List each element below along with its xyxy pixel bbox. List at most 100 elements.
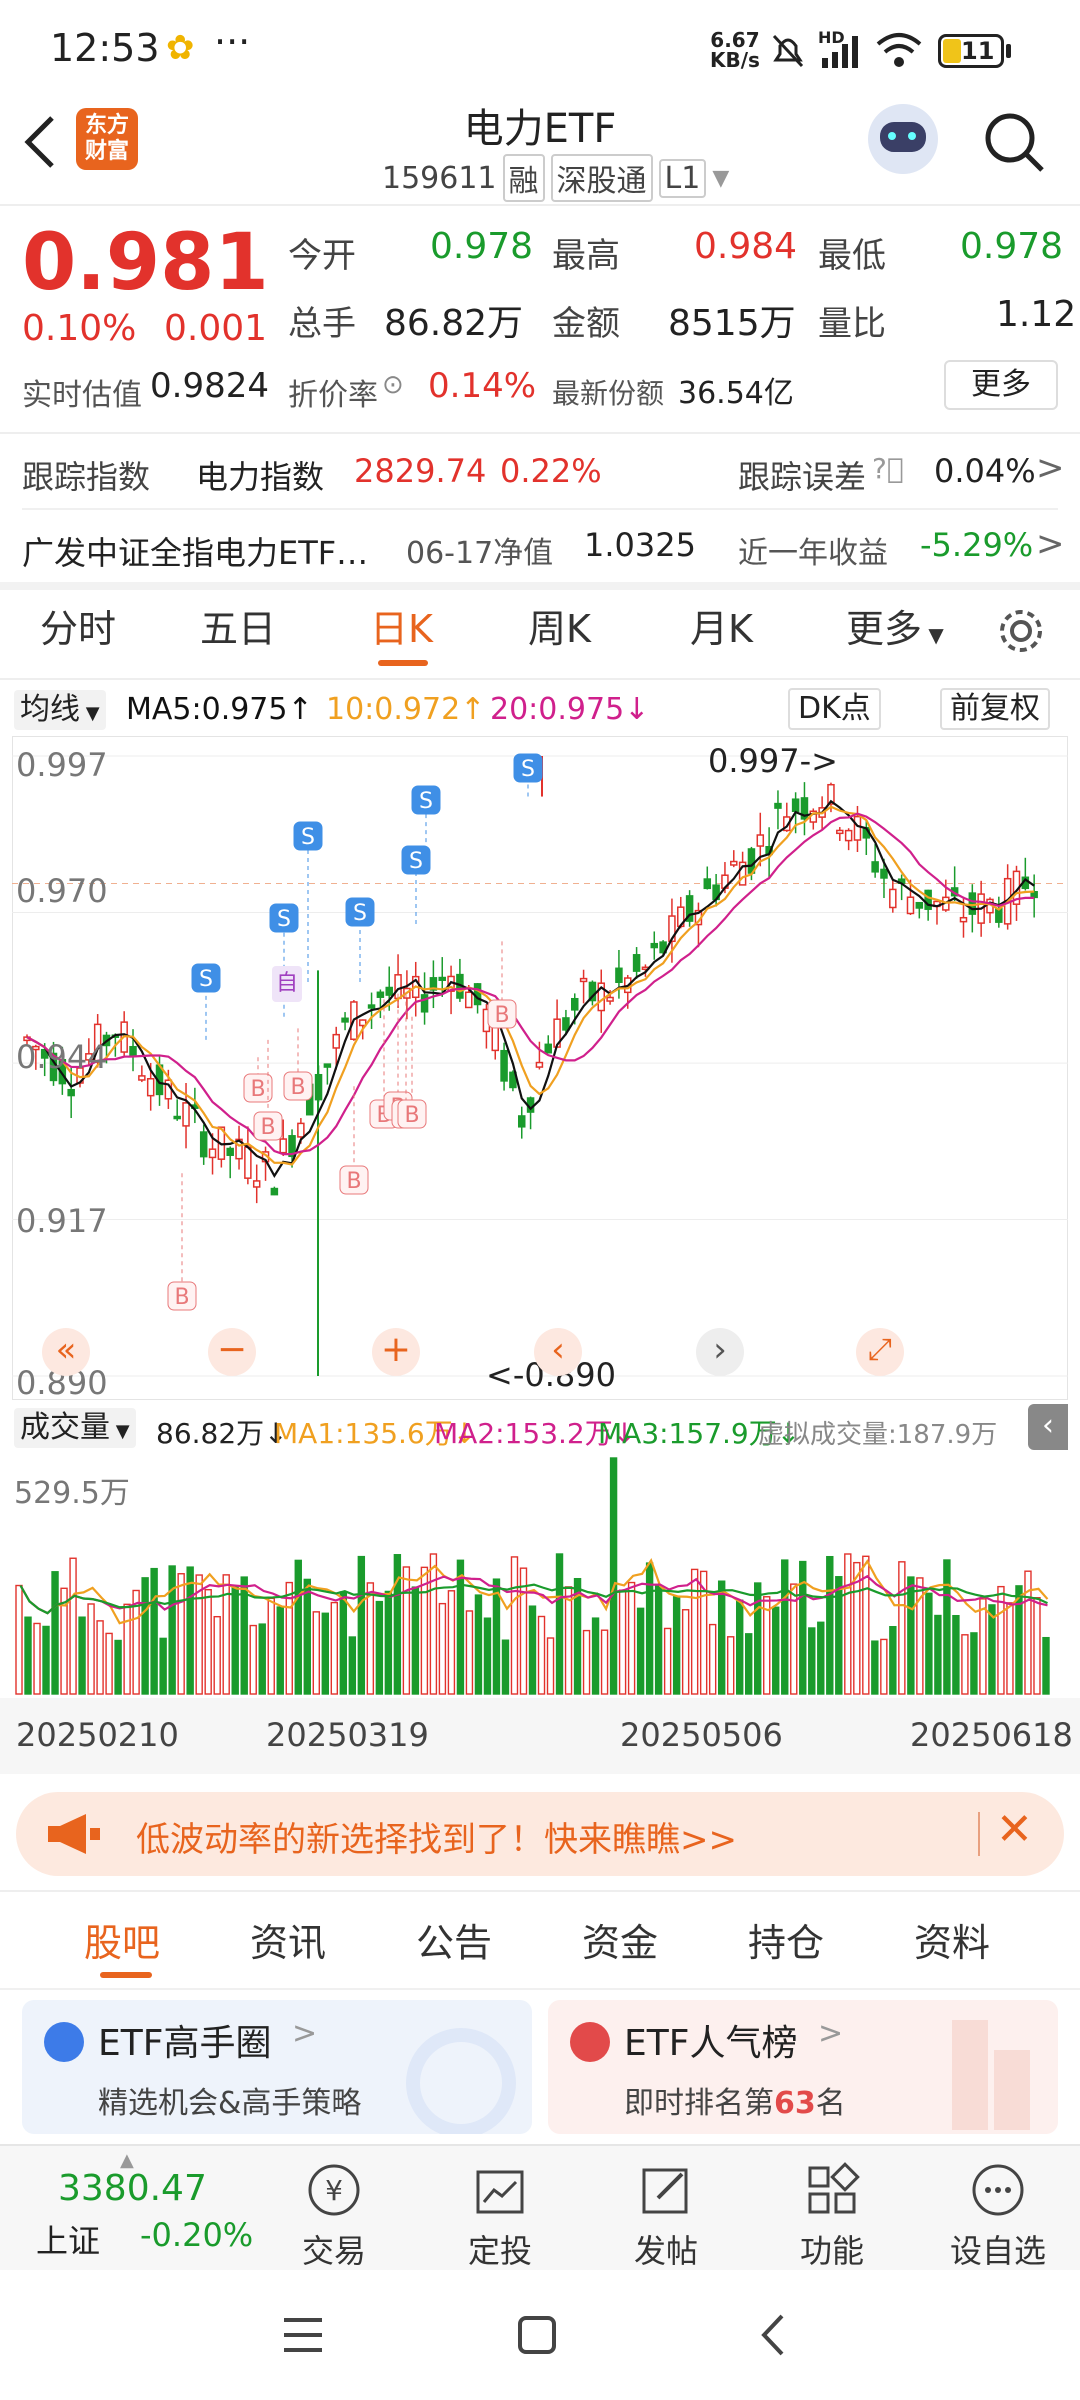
year-return-value: -5.29% xyxy=(920,526,1034,564)
price-axis-label: 0.944 xyxy=(16,1038,108,1076)
tab-day-k[interactable]: 日K xyxy=(370,598,433,653)
volume-bar xyxy=(393,1554,402,1695)
tab-five-day[interactable]: 五日 xyxy=(200,598,276,653)
nav-trade[interactable]: ¥ 交易 xyxy=(264,2160,404,2272)
current-price: 0.981 xyxy=(22,218,269,308)
candle-body xyxy=(632,954,641,972)
low-value: 0.978 xyxy=(960,226,1064,267)
question-icon[interactable]: ?⃝ xyxy=(872,452,904,485)
card-title: ETF人气榜 xyxy=(624,2023,798,2064)
home-square-icon[interactable] xyxy=(514,2312,560,2358)
fund-name[interactable]: 广发中证全指电力ETF… xyxy=(22,528,368,574)
volume-bar xyxy=(465,1610,474,1695)
nav-auto-invest[interactable]: 定投 xyxy=(430,2160,570,2272)
nav-post[interactable]: 发帖 xyxy=(596,2160,736,2272)
chevron-right-icon[interactable]: > xyxy=(1036,524,1065,564)
nav-functions[interactable]: 功能 xyxy=(762,2160,902,2272)
eastmoney-logo[interactable]: 东方 财富 xyxy=(76,108,138,170)
volume-bar xyxy=(150,1567,158,1695)
tab-profile[interactable]: 资料 xyxy=(914,1912,990,1967)
net-speed: 6.67 KB/s xyxy=(710,28,760,72)
tab-notice[interactable]: 公告 xyxy=(416,1912,492,1967)
price-axis-label: 0.970 xyxy=(16,872,108,910)
volume-chart[interactable] xyxy=(12,1456,1068,1698)
candle-body xyxy=(703,878,712,890)
volume-bar xyxy=(339,1591,348,1695)
volume-bar xyxy=(681,1609,690,1695)
amount-value: 8515万 xyxy=(668,303,796,344)
tab-guba[interactable]: 股吧 xyxy=(84,1912,160,1967)
marker-letter: S xyxy=(419,789,433,814)
kline-chart[interactable]: BBBBBBBBBBSSSSSSS xyxy=(12,736,1068,1400)
volume-bar xyxy=(690,1568,699,1695)
tab-more[interactable]: 更多 ▼ xyxy=(846,598,944,653)
shares-value: 36.54亿 xyxy=(678,376,794,411)
sh-index-value[interactable]: 3380.47 xyxy=(58,2168,207,2209)
max-price-marker: 0.997-> xyxy=(708,742,838,780)
zoom-in-button[interactable]: + xyxy=(372,1328,420,1376)
more-button[interactable]: 更多 xyxy=(944,360,1058,410)
dk-button[interactable]: DK点 xyxy=(788,688,881,730)
volume-bar xyxy=(952,1614,960,1695)
candle-body xyxy=(544,1043,553,1054)
scroll-right-button[interactable]: › xyxy=(696,1328,744,1376)
back-arrow-icon[interactable] xyxy=(20,112,60,172)
ma-selector[interactable]: 均线 ▼ xyxy=(14,690,106,730)
collapse-panel-button[interactable]: ‹ xyxy=(1028,1404,1068,1450)
tab-timeshare[interactable]: 分时 xyxy=(40,598,116,653)
volume-bar xyxy=(537,1615,546,1695)
tab-holdings[interactable]: 持仓 xyxy=(748,1912,824,1967)
volume-bar xyxy=(880,1638,888,1695)
tab-month-k[interactable]: 月K xyxy=(690,598,753,653)
candle-body xyxy=(473,983,482,1006)
banner-text: 低波动率的新选择找到了！快来瞧瞧>> xyxy=(136,1820,737,1860)
tab-news[interactable]: 资讯 xyxy=(250,1912,326,1967)
volume-bar xyxy=(1015,1585,1023,1695)
chevron-right-icon[interactable]: > xyxy=(1036,448,1065,488)
tracking-error-value: 0.04% xyxy=(934,452,1036,490)
promo-banner[interactable]: 低波动率的新选择找到了！快来瞧瞧>> ✕ xyxy=(16,1792,1064,1876)
volume-bar xyxy=(835,1576,843,1695)
candle-body xyxy=(332,1033,340,1049)
volume-selector[interactable]: 成交量 ▼ xyxy=(14,1408,136,1448)
rewind-button[interactable]: « xyxy=(42,1328,90,1376)
candle-body xyxy=(756,834,765,847)
volume-bar xyxy=(456,1559,465,1695)
open-label: 今开 xyxy=(288,236,356,276)
gear-icon[interactable] xyxy=(996,606,1046,656)
marker-letter: B xyxy=(250,1077,265,1102)
robot-avatar[interactable] xyxy=(868,104,938,174)
tab-funds[interactable]: 资金 xyxy=(582,1912,658,1967)
close-icon[interactable]: ✕ xyxy=(996,1804,1033,1855)
scroll-left-button[interactable]: ‹ xyxy=(534,1328,582,1376)
banner-sep xyxy=(978,1812,980,1856)
year-return-label: 近一年收益 xyxy=(738,536,888,571)
volume-bar xyxy=(1042,1636,1050,1695)
card-etf-circle[interactable]: ETF高手圈 > 精选机会&高手策略 xyxy=(22,2000,532,2134)
tab-week-k[interactable]: 周K xyxy=(528,598,591,653)
dropdown-arrow-icon[interactable]: ▼ xyxy=(712,166,729,191)
volume-axis-max: 529.5万 xyxy=(14,1476,130,1511)
volume-bar xyxy=(105,1632,113,1695)
change-pct: 0.10% xyxy=(22,308,137,349)
back-icon[interactable] xyxy=(752,2312,798,2358)
marker-letter: S xyxy=(301,825,315,850)
fq-button[interactable]: 前复权 xyxy=(940,688,1050,730)
volume-bar xyxy=(708,1623,717,1695)
tabs-bottom-divider xyxy=(0,1988,1080,1990)
search-icon[interactable] xyxy=(982,110,1046,174)
marker-letter: S xyxy=(521,757,535,782)
fullscreen-button[interactable]: ⤢ xyxy=(856,1328,904,1376)
volume-bar xyxy=(726,1636,735,1695)
megaphone-icon xyxy=(48,1814,100,1854)
card-etf-ranking[interactable]: ETF人气榜 > 即时排名第63名 xyxy=(548,2000,1058,2134)
candle-body xyxy=(606,996,614,1002)
candle-body xyxy=(924,889,932,910)
menu-icon[interactable] xyxy=(280,2312,326,2358)
tracking-index-name[interactable]: 电力指数 xyxy=(196,452,324,498)
tracking-divider xyxy=(22,508,1058,510)
zoom-out-button[interactable]: − xyxy=(208,1328,256,1376)
nav-add-watchlist[interactable]: 设自选 xyxy=(928,2160,1068,2272)
volume-bar xyxy=(564,1586,573,1695)
info-circle-icon[interactable]: ⊙ xyxy=(382,370,404,400)
